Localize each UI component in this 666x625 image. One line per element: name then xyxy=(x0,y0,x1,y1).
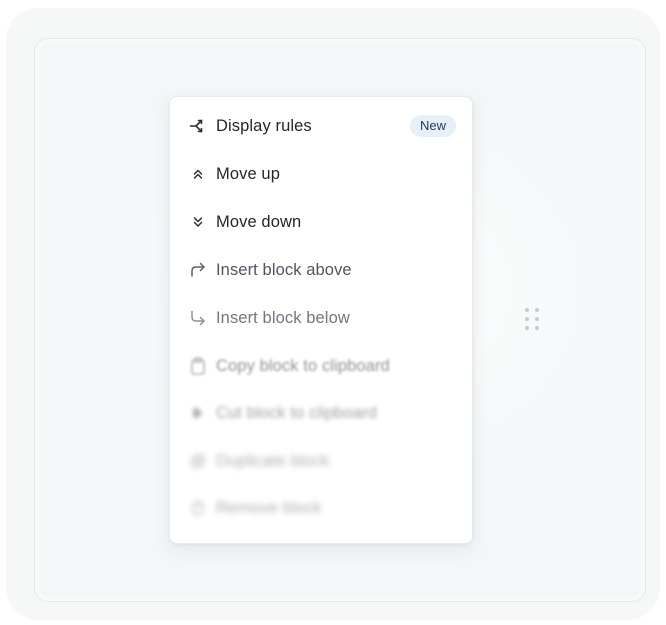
trash-icon xyxy=(188,498,208,518)
menu-item-copy-block[interactable]: Copy block to clipboard xyxy=(170,346,472,386)
menu-item-duplicate-block[interactable]: Duplicate block xyxy=(170,441,472,481)
menu-item-insert-above[interactable]: Insert block above xyxy=(170,250,472,290)
menu-item-label: Move down xyxy=(216,212,302,231)
menu-item-label: Cut block to clipboard xyxy=(216,403,377,422)
menu-item-cut-block[interactable]: Cut block to clipboard xyxy=(170,393,472,433)
menu-item-insert-below[interactable]: Insert block below xyxy=(170,298,472,338)
menu-item-move-down[interactable]: Move down xyxy=(170,202,472,242)
insert-above-arrow-icon xyxy=(188,260,208,280)
menu-item-label: Insert block below xyxy=(216,308,350,327)
menu-item-label: Duplicate block xyxy=(216,451,330,470)
menu-item-label: Insert block above xyxy=(216,260,352,279)
menu-item-display-rules[interactable]: Display rules New xyxy=(170,106,472,146)
menu-item-label: Remove block xyxy=(216,498,322,517)
menu-item-move-up[interactable]: Move up xyxy=(170,154,472,194)
menu-item-label: Copy block to clipboard xyxy=(216,356,390,375)
menu-item-label: Display rules xyxy=(216,116,312,135)
chevrons-down-icon xyxy=(188,212,208,232)
chevrons-up-icon xyxy=(188,164,208,184)
clipboard-icon xyxy=(188,356,208,376)
menu-item-label: Move up xyxy=(216,164,280,183)
drag-handle-icon[interactable] xyxy=(525,308,543,330)
new-badge: New xyxy=(409,115,456,137)
cut-icon xyxy=(188,403,208,423)
menu-item-remove-block[interactable]: Remove block xyxy=(170,488,472,528)
insert-below-arrow-icon xyxy=(188,308,208,328)
block-context-menu: Display rules New Move up Move down Inse… xyxy=(169,96,473,544)
display-rules-icon xyxy=(188,116,208,136)
duplicate-icon xyxy=(188,451,208,471)
